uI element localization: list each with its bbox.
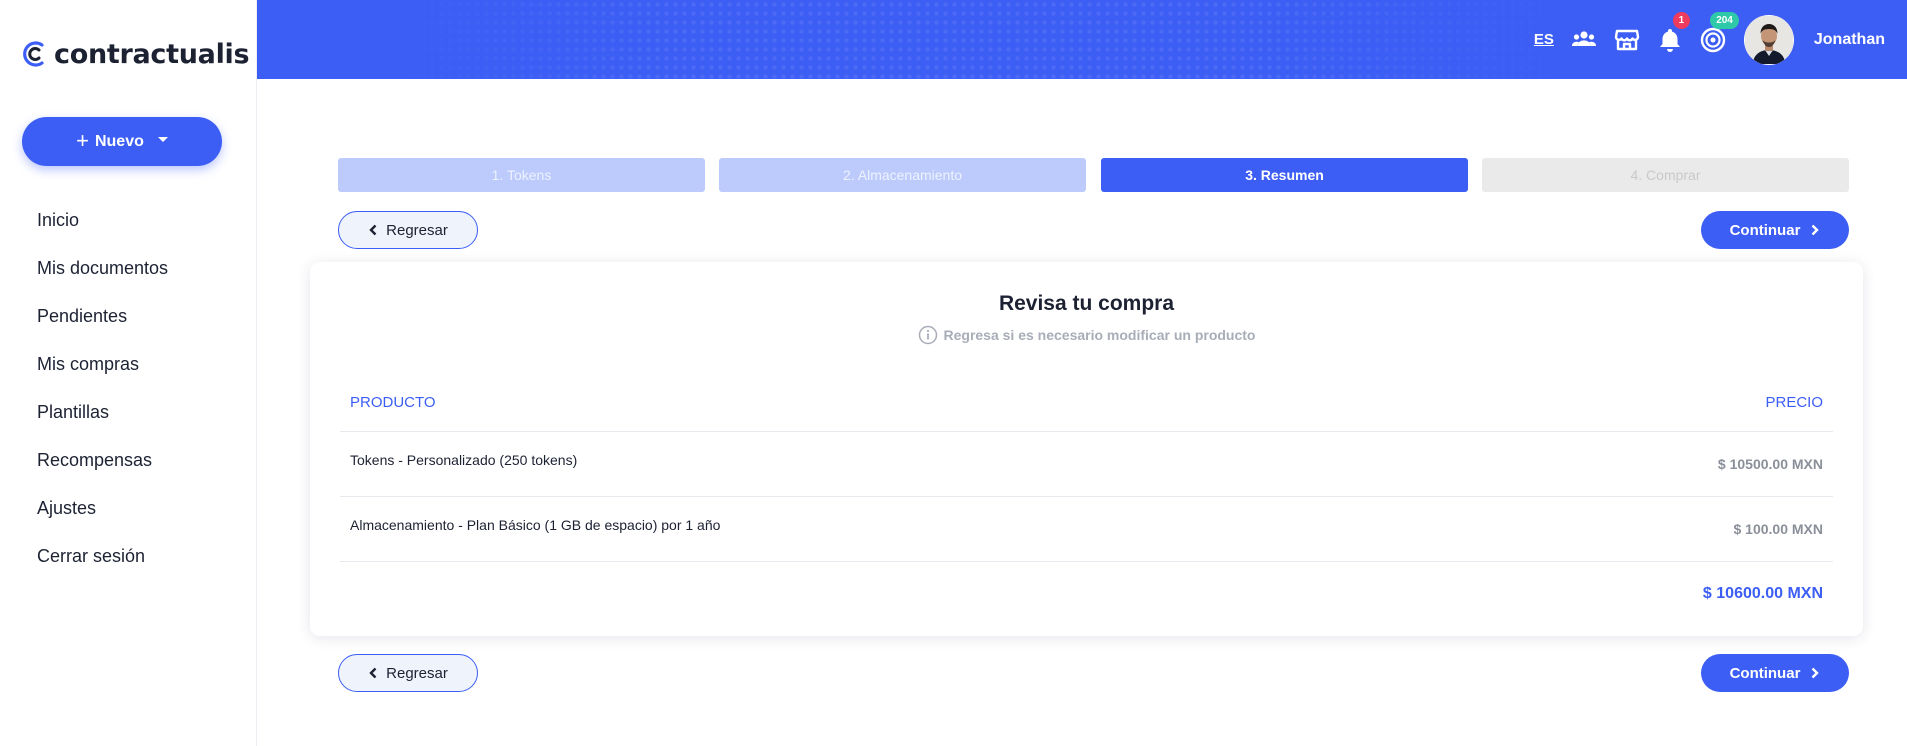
- back-button-label: Regresar: [386, 664, 448, 682]
- chevron-left-icon: [369, 224, 377, 236]
- continue-button-top[interactable]: Continuar: [1701, 211, 1849, 249]
- step-comprar: 4. Comprar: [1482, 158, 1849, 192]
- language-switch[interactable]: ES: [1534, 31, 1554, 48]
- back-button-bottom[interactable]: Regresar: [338, 654, 478, 692]
- new-button[interactable]: + Nuevo: [22, 117, 222, 166]
- back-button-top[interactable]: Regresar: [338, 211, 478, 249]
- new-button-label: Nuevo: [94, 132, 144, 150]
- sidebar-item-plantillas[interactable]: Plantillas: [37, 388, 168, 436]
- sidebar-nav: Inicio Mis documentos Pendientes Mis com…: [37, 196, 168, 580]
- order-total: $ 10600.00 MXN: [1702, 584, 1823, 602]
- sidebar-item-mis-compras[interactable]: Mis compras: [37, 340, 168, 388]
- sidebar-item-ajustes[interactable]: Ajustes: [37, 484, 168, 532]
- sidebar-item-pendientes[interactable]: Pendientes: [37, 292, 168, 340]
- summary-table: PRODUCTO PRECIO Tokens - Personalizado (…: [340, 374, 1833, 625]
- summary-subtitle: Regresa si es necesario modificar un pro…: [310, 325, 1863, 345]
- column-header-product: PRODUCTO: [350, 394, 436, 411]
- table-header: PRODUCTO PRECIO: [340, 374, 1833, 432]
- coin-icon[interactable]: 204: [1699, 11, 1739, 54]
- back-button-label: Regresar: [386, 221, 448, 239]
- chevron-right-icon: [1812, 224, 1820, 236]
- avatar[interactable]: [1743, 14, 1794, 65]
- plus-icon: +: [76, 127, 89, 153]
- continue-button-label: Continuar: [1729, 221, 1801, 239]
- product-price: $ 10500.00 MXN: [1717, 456, 1823, 472]
- step-almacenamiento[interactable]: 2. Almacenamiento: [719, 158, 1086, 192]
- summary-subtitle-text: Regresa si es necesario modificar un pro…: [943, 327, 1256, 343]
- bell-icon[interactable]: 1: [1656, 11, 1690, 54]
- tokens-badge: 204: [1710, 11, 1739, 29]
- sidebar-item-cerrar-sesion[interactable]: Cerrar sesión: [37, 532, 168, 580]
- logo[interactable]: contractualis: [20, 36, 250, 72]
- step-tokens[interactable]: 1. Tokens: [338, 158, 705, 192]
- table-row: Almacenamiento - Plan Básico (1 GB de es…: [340, 497, 1833, 562]
- logo-icon: [23, 41, 44, 67]
- step-resumen[interactable]: 3. Resumen: [1101, 158, 1468, 192]
- sidebar-item-inicio[interactable]: Inicio: [37, 196, 168, 244]
- store-icon[interactable]: [1613, 26, 1641, 54]
- checkout-stepper: 1. Tokens 2. Almacenamiento 3. Resumen 4…: [338, 158, 1849, 192]
- top-header: ES 1 204 Jonathan: [257, 0, 1907, 79]
- continue-button-label: Continuar: [1729, 664, 1801, 682]
- brand-name: contractualis: [54, 38, 250, 70]
- sidebar-item-recompensas[interactable]: Recompensas: [37, 436, 168, 484]
- sidebar: contractualis + Nuevo Inicio Mis documen…: [0, 0, 257, 746]
- sidebar-item-mis-documentos[interactable]: Mis documentos: [37, 244, 168, 292]
- header-actions: ES 1 204 Jonathan: [1534, 0, 1885, 79]
- summary-title: Revisa tu compra: [998, 292, 1175, 315]
- continue-button-bottom[interactable]: Continuar: [1701, 654, 1849, 692]
- product-price: $ 100.00 MXN: [1733, 521, 1824, 537]
- users-icon[interactable]: [1570, 26, 1598, 54]
- chevron-left-icon: [369, 667, 377, 679]
- table-row: Tokens - Personalizado (250 tokens) $ 10…: [340, 432, 1833, 497]
- caret-down-icon: [157, 137, 168, 142]
- notifications-badge: 1: [1672, 11, 1690, 29]
- purchase-summary-card: Revisa tu compra Regresa si es necesario…: [310, 262, 1863, 636]
- product-name: Almacenamiento - Plan Básico (1 GB de es…: [350, 517, 721, 533]
- product-name: Tokens - Personalizado (250 tokens): [350, 452, 578, 468]
- column-header-price: PRECIO: [1765, 394, 1823, 411]
- username[interactable]: Jonathan: [1814, 31, 1885, 49]
- chevron-right-icon: [1812, 667, 1820, 679]
- info-icon: [918, 325, 937, 345]
